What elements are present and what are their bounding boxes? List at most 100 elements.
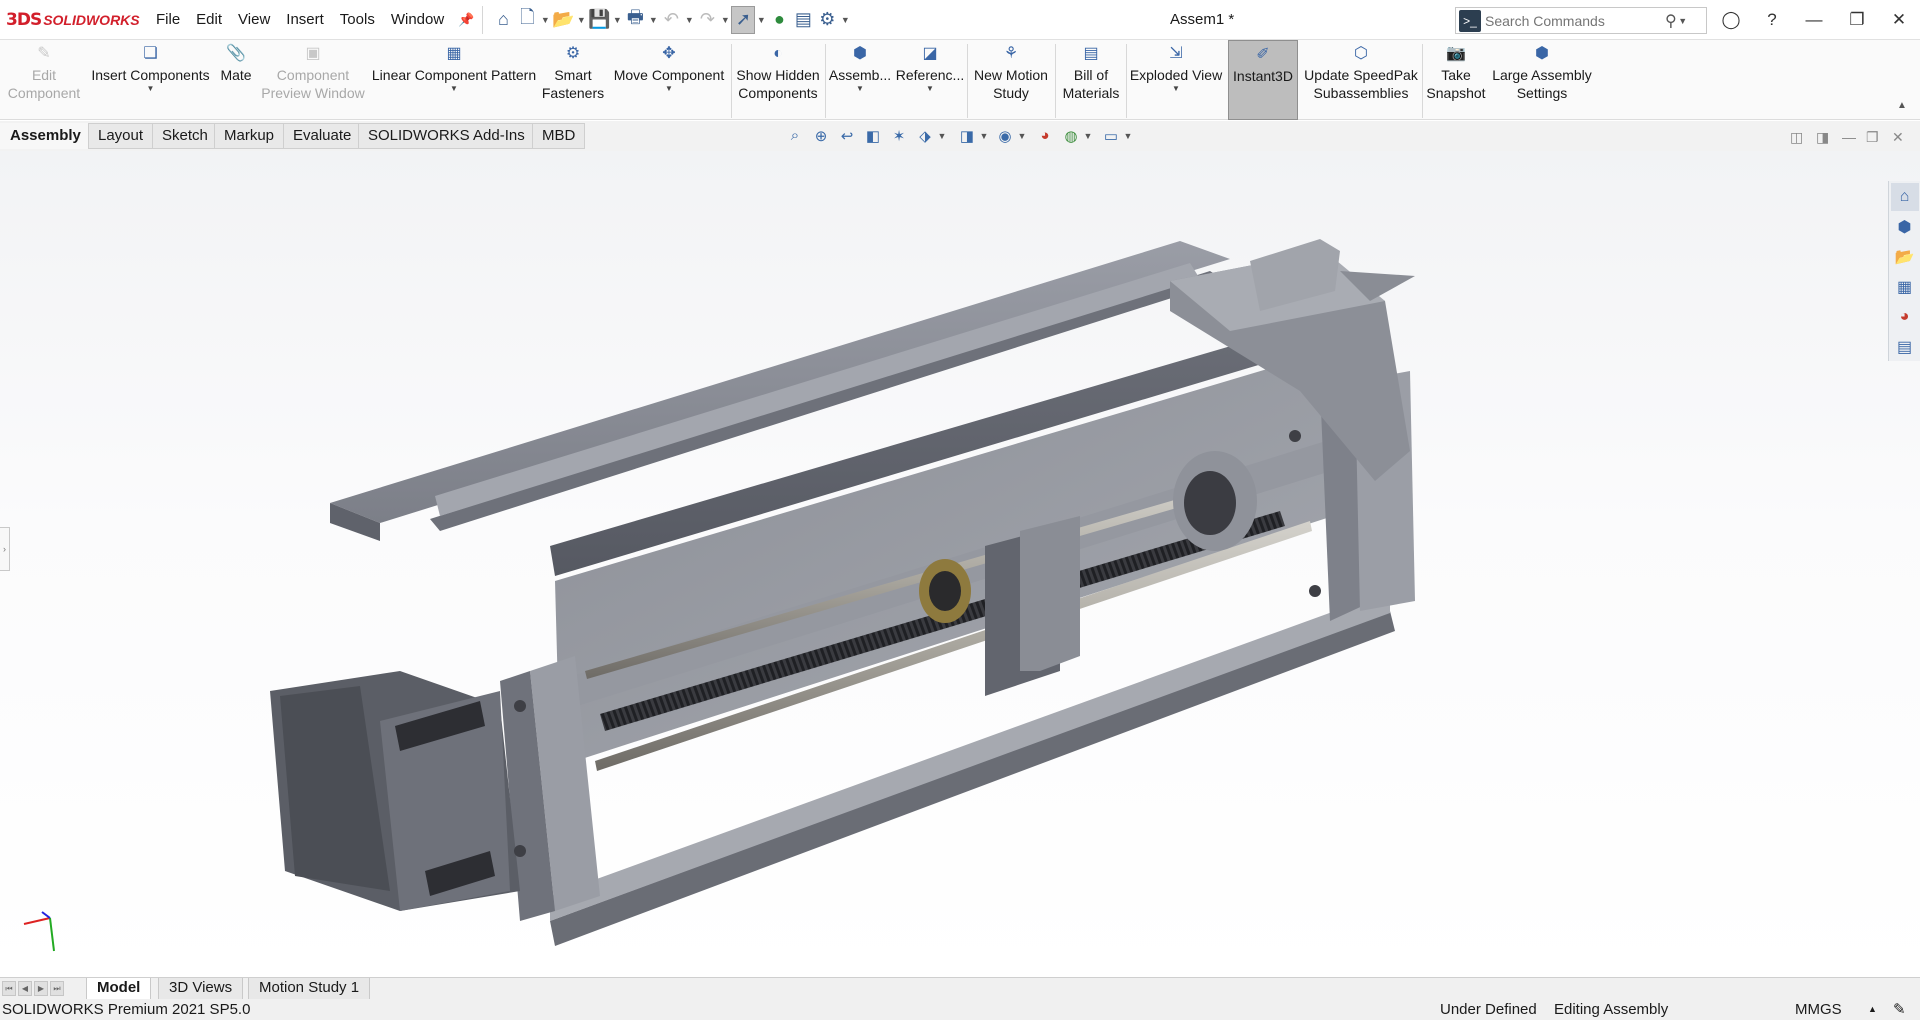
exploded-view-button[interactable]: ⇲ Exploded View ▼	[1129, 44, 1223, 116]
apply-scene-icon[interactable]: ◍	[1060, 127, 1082, 145]
search-dropdown-icon[interactable]: ▼	[1677, 16, 1689, 26]
update-speedpak-button[interactable]: ⬡ Update SpeedPak Subassemblies	[1302, 44, 1420, 116]
hide-show-dropdown-icon[interactable]: ▼	[1016, 131, 1028, 141]
close-icon[interactable]: ✕	[1882, 0, 1916, 40]
pin-menu-icon[interactable]: 📌	[458, 12, 474, 28]
unit-system-caret[interactable]: ▲	[1868, 999, 1877, 1020]
menu-file[interactable]: File	[148, 0, 188, 40]
new-dropdown-icon[interactable]: ▼	[539, 15, 551, 25]
redo-icon[interactable]: ↷	[695, 6, 719, 34]
rebuild-traffic-light-icon[interactable]: ●	[767, 6, 791, 34]
display-style-icon[interactable]: ◨	[956, 127, 978, 145]
help-icon[interactable]: ?	[1755, 0, 1789, 40]
viewport-tile-icon[interactable]: ◫	[1790, 129, 1803, 146]
menu-insert[interactable]: Insert	[278, 0, 332, 40]
custom-properties-icon[interactable]: ▤	[1891, 333, 1919, 361]
options-dropdown-icon[interactable]: ▼	[839, 15, 851, 25]
print-icon[interactable]: 🖶	[623, 6, 647, 34]
appearances-scenes-icon[interactable]: ◕	[1891, 303, 1919, 331]
search-commands-box[interactable]: >_ ⚲ ▼	[1455, 7, 1707, 34]
view-settings-dropdown-icon[interactable]: ▼	[1122, 131, 1134, 141]
menu-edit[interactable]: Edit	[188, 0, 230, 40]
file-properties-icon[interactable]: ▤	[791, 6, 815, 34]
chevron-down-icon[interactable]: ▼	[665, 84, 673, 94]
print-dropdown-icon[interactable]: ▼	[647, 15, 659, 25]
solidworks-resources-icon[interactable]: ⌂	[1890, 183, 1919, 211]
view-settings-icon[interactable]: ▭	[1100, 127, 1122, 145]
tab-solidworks-add-ins[interactable]: SOLIDWORKS Add-Ins	[358, 123, 535, 149]
home-icon[interactable]: ⌂	[491, 6, 515, 34]
menu-tools[interactable]: Tools	[332, 0, 383, 40]
previous-tab-icon[interactable]: ◀	[18, 981, 32, 996]
edit-component-button[interactable]: ✎ Edit Component	[4, 44, 84, 116]
search-input[interactable]	[1485, 12, 1665, 29]
new-motion-study-button[interactable]: ⚘ New Motion Study	[970, 44, 1052, 116]
first-tab-icon[interactable]: ⏮	[2, 981, 16, 996]
redo-dropdown-icon[interactable]: ▼	[719, 15, 731, 25]
tab-3d-views[interactable]: 3D Views	[158, 978, 244, 1000]
tab-model[interactable]: Model	[86, 978, 152, 1000]
gear-icon[interactable]: ⚙	[815, 6, 839, 34]
tab-layout[interactable]: Layout	[88, 123, 154, 149]
select-dropdown-icon[interactable]: ▼	[755, 15, 767, 25]
menu-view[interactable]: View	[230, 0, 278, 40]
large-assembly-settings-button[interactable]: ⬢ Large Assembly Settings	[1490, 44, 1594, 116]
tab-mbd[interactable]: MBD	[532, 123, 586, 149]
move-component-button[interactable]: ✥ Move Component ▼	[608, 44, 730, 116]
next-tab-icon[interactable]: ▶	[34, 981, 48, 996]
tab-evaluate[interactable]: Evaluate	[283, 123, 362, 149]
assembly-features-button[interactable]: ⬢ Assemb... ▼	[828, 44, 892, 116]
tab-assembly[interactable]: Assembly	[0, 123, 91, 149]
tab-markup[interactable]: Markup	[214, 123, 285, 149]
hide-show-items-icon[interactable]: ◉	[994, 127, 1016, 145]
quick-tips-icon[interactable]: ✎	[1893, 999, 1906, 1020]
chevron-down-icon[interactable]: ▼	[1172, 84, 1180, 94]
file-explorer-icon[interactable]: 📂	[1891, 243, 1919, 271]
smart-fasteners-button[interactable]: ⚙ Smart Fasteners	[540, 44, 606, 116]
chevron-down-icon[interactable]: ▼	[147, 84, 155, 94]
open-dropdown-icon[interactable]: ▼	[575, 15, 587, 25]
section-view-icon[interactable]: ◧	[862, 127, 884, 145]
apply-scene-dropdown-icon[interactable]: ▼	[1082, 131, 1094, 141]
view-orientation-icon[interactable]: ⬗	[914, 127, 936, 145]
view-orientation-dropdown-icon[interactable]: ▼	[936, 131, 948, 141]
restore-icon[interactable]: ❐	[1840, 0, 1874, 40]
search-icon[interactable]: ⚲	[1665, 11, 1677, 31]
save-icon[interactable]: 💾	[587, 6, 611, 34]
tab-sketch[interactable]: Sketch	[152, 123, 218, 149]
linear-actuator-assembly-model[interactable]	[0, 151, 1920, 977]
open-folder-icon[interactable]: 📂	[551, 6, 575, 34]
edit-appearance-icon[interactable]: ◕	[1034, 127, 1056, 144]
insert-components-button[interactable]: ❏ Insert Components ▼	[88, 44, 213, 116]
undo-dropdown-icon[interactable]: ▼	[683, 15, 695, 25]
design-library-icon[interactable]: ⬢	[1891, 213, 1919, 241]
collapse-ribbon-icon[interactable]: ▲	[1897, 100, 1907, 111]
save-dropdown-icon[interactable]: ▼	[611, 15, 623, 25]
undo-icon[interactable]: ↶	[659, 6, 683, 34]
user-account-icon[interactable]: ◯	[1714, 0, 1748, 40]
tab-motion-study-1[interactable]: Motion Study 1	[248, 978, 371, 1000]
viewport-close-icon[interactable]: ✕	[1892, 129, 1904, 146]
mate-button[interactable]: 📎 Mate	[214, 44, 258, 116]
linear-component-pattern-button[interactable]: ▦ Linear Component Pattern ▼	[368, 44, 540, 116]
chevron-down-icon[interactable]: ▼	[926, 84, 934, 94]
chevron-down-icon[interactable]: ▼	[856, 84, 864, 94]
zoom-to-fit-icon[interactable]: ⌕	[784, 127, 806, 144]
show-hidden-components-button[interactable]: ◐ Show Hidden Components	[734, 44, 822, 116]
take-snapshot-button[interactable]: 📷 Take Snapshot	[1425, 44, 1487, 116]
dynamic-annotation-icon[interactable]: ✶	[888, 127, 910, 145]
unit-system[interactable]: MMGS	[1795, 999, 1842, 1020]
menu-window[interactable]: Window	[383, 0, 452, 40]
instant3d-button[interactable]: ✐ Instant3D	[1228, 40, 1298, 120]
display-style-dropdown-icon[interactable]: ▼	[978, 131, 990, 141]
reference-geometry-button[interactable]: ◪ Referenc... ▼	[895, 44, 965, 116]
graphics-area[interactable]: › ⌂ ⬢ 📂 ▦ ◕ ▤	[0, 151, 1920, 977]
bill-of-materials-button[interactable]: ▤ Bill of Materials	[1058, 44, 1124, 116]
view-palette-icon[interactable]: ▦	[1891, 273, 1919, 301]
viewport-split-icon[interactable]: ◨	[1816, 129, 1829, 146]
component-preview-window-button[interactable]: ▣ Component Preview Window	[258, 44, 368, 116]
viewport-minimize-icon[interactable]: —	[1842, 129, 1856, 145]
previous-view-icon[interactable]: ↩	[836, 127, 858, 145]
feature-manager-toggle[interactable]: ›	[0, 527, 10, 571]
last-tab-icon[interactable]: ⏭	[50, 981, 64, 996]
